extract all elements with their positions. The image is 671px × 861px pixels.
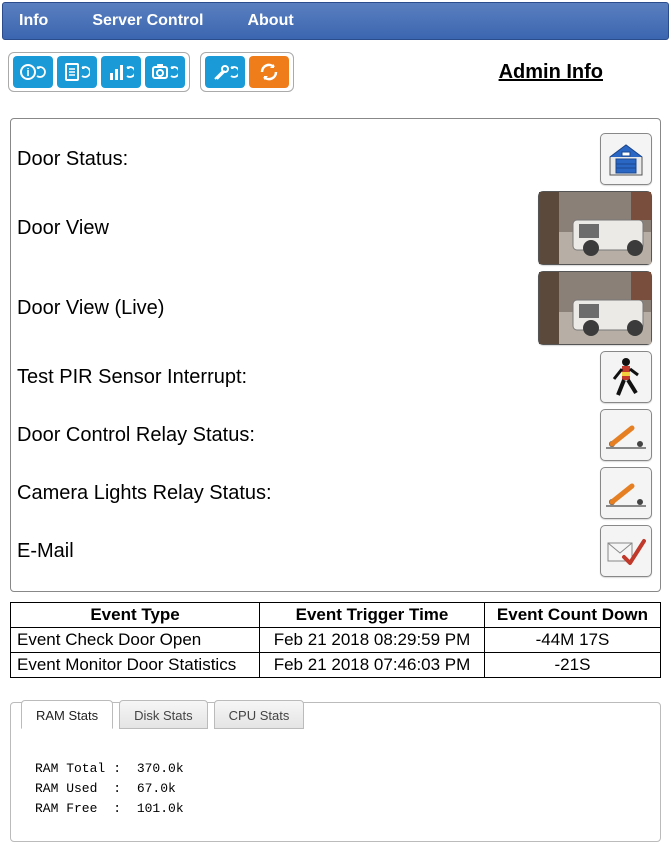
- test-pir-label: Test PIR Sensor Interrupt:: [17, 366, 247, 389]
- relay-open-icon: [606, 420, 646, 450]
- ram-used-value: 67.0k: [137, 780, 190, 798]
- event-time: Feb 21 2018 07:46:03 PM: [260, 653, 485, 678]
- admin-info-link[interactable]: Admin Info: [499, 61, 603, 84]
- event-type: Event Monitor Door Statistics: [11, 653, 260, 678]
- stats-refresh-icon[interactable]: [101, 56, 141, 88]
- test-pir-button[interactable]: [600, 351, 652, 403]
- ram-free-label: RAM Free: [35, 800, 111, 818]
- garage-icon: [606, 139, 646, 179]
- door-status-button[interactable]: [600, 133, 652, 185]
- door-view-button[interactable]: [538, 191, 652, 265]
- event-countdown: -21S: [484, 653, 660, 678]
- events-header-count: Event Count Down: [484, 603, 660, 628]
- stats-panel: RAM Stats Disk Stats CPU Stats RAM Total…: [10, 702, 661, 842]
- refresh-all-icon[interactable]: [249, 56, 289, 88]
- event-countdown: -44M 17S: [484, 628, 660, 653]
- relay-open-icon: [606, 478, 646, 508]
- status-panel: Door Status: Door View Door View (Live) …: [10, 118, 661, 592]
- event-type: Event Check Door Open: [11, 628, 260, 653]
- ram-free-value: 101.0k: [137, 800, 190, 818]
- camera-snapshot-icon: [539, 192, 651, 264]
- event-time: Feb 21 2018 08:29:59 PM: [260, 628, 485, 653]
- email-button[interactable]: [600, 525, 652, 577]
- tab-ram-stats[interactable]: RAM Stats: [21, 700, 113, 729]
- table-row: Event Monitor Door Statistics Feb 21 201…: [11, 653, 661, 678]
- door-view-live-button[interactable]: [538, 271, 652, 345]
- door-view-live-label: Door View (Live): [17, 297, 164, 320]
- tab-disk-stats[interactable]: Disk Stats: [119, 700, 208, 729]
- nav-info[interactable]: Info: [11, 8, 64, 34]
- svg-text:i: i: [26, 67, 29, 79]
- tools-refresh-icon[interactable]: [205, 56, 245, 88]
- door-relay-label: Door Control Relay Status:: [17, 424, 255, 447]
- table-row: Event Check Door Open Feb 21 2018 08:29:…: [11, 628, 661, 653]
- document-refresh-icon[interactable]: [57, 56, 97, 88]
- camera-relay-button[interactable]: [600, 467, 652, 519]
- ram-stats-table: RAM Total: 370.0k RAM Used: 67.0k RAM Fr…: [33, 758, 192, 821]
- events-header-type: Event Type: [11, 603, 260, 628]
- email-label: E-Mail: [17, 540, 74, 563]
- camera-relay-label: Camera Lights Relay Status:: [17, 482, 272, 505]
- walking-person-icon: [606, 355, 646, 399]
- door-view-label: Door View: [17, 217, 109, 240]
- nav-server-control[interactable]: Server Control: [84, 8, 219, 34]
- nav-about[interactable]: About: [239, 8, 309, 34]
- camera-live-icon: [539, 272, 651, 344]
- door-relay-button[interactable]: [600, 409, 652, 461]
- info-refresh-icon[interactable]: i: [13, 56, 53, 88]
- email-check-icon: [606, 535, 646, 567]
- stats-tabs: RAM Stats Disk Stats CPU Stats: [21, 711, 650, 740]
- top-nav: Info Server Control About: [2, 2, 669, 40]
- door-status-label: Door Status:: [17, 148, 128, 171]
- toolbar: i Admin Info: [0, 42, 671, 98]
- events-table: Event Type Event Trigger Time Event Coun…: [10, 602, 661, 678]
- camera-refresh-icon[interactable]: [145, 56, 185, 88]
- toolbar-group-1: i: [8, 52, 190, 92]
- ram-total-value: 370.0k: [137, 760, 190, 778]
- toolbar-group-2: [200, 52, 294, 92]
- ram-used-label: RAM Used: [35, 780, 111, 798]
- tab-cpu-stats[interactable]: CPU Stats: [214, 700, 305, 729]
- events-header-time: Event Trigger Time: [260, 603, 485, 628]
- ram-total-label: RAM Total: [35, 760, 111, 778]
